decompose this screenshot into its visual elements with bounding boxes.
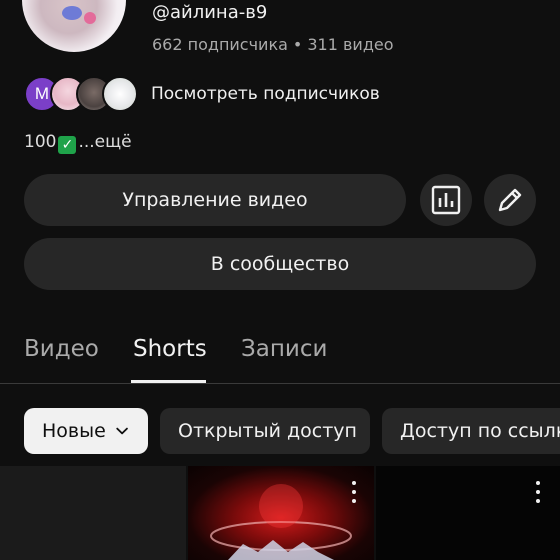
manage-videos-label: Управление видео bbox=[122, 189, 308, 211]
subscriber-avatar bbox=[102, 76, 138, 112]
avatar-detail bbox=[84, 12, 96, 24]
analytics-icon bbox=[431, 185, 461, 215]
analytics-button[interactable] bbox=[420, 174, 472, 226]
tab-posts[interactable]: Записи bbox=[241, 336, 327, 362]
tab-shorts[interactable]: Shorts bbox=[133, 336, 207, 362]
community-button[interactable]: В сообщество bbox=[24, 238, 536, 290]
subscriber-count: 662 подписчика bbox=[152, 35, 288, 54]
channel-avatar[interactable] bbox=[22, 0, 126, 52]
filter-chip-unlisted[interactable]: Доступ по ссылке bbox=[382, 408, 560, 454]
subscriber-avatars[interactable]: M bbox=[24, 76, 142, 112]
view-subscribers-link[interactable]: Посмотреть подписчиков bbox=[151, 84, 380, 104]
pencil-icon bbox=[498, 188, 522, 212]
description-text: 100 bbox=[24, 132, 57, 152]
community-label: В сообщество bbox=[210, 253, 350, 275]
chip-label: Открытый доступ bbox=[178, 420, 357, 442]
sort-label: Новые bbox=[42, 420, 106, 442]
edit-channel-button[interactable] bbox=[484, 174, 536, 226]
chip-label: Доступ по ссылке bbox=[400, 420, 560, 442]
video-count: 311 видео bbox=[307, 35, 394, 54]
thumbnail-art bbox=[210, 484, 352, 560]
channel-handle: @айлина-в9 bbox=[152, 2, 268, 23]
short-thumbnail[interactable] bbox=[0, 466, 186, 560]
channel-stats: 662 подписчика • 311 видео bbox=[152, 35, 394, 54]
filter-chip-public[interactable]: Открытый доступ bbox=[160, 408, 370, 454]
check-mark-icon: ✓ bbox=[58, 136, 77, 154]
tabs-divider bbox=[0, 383, 560, 384]
channel-description[interactable]: 100 ✓ ...ещё bbox=[24, 132, 132, 154]
sort-dropdown[interactable]: Новые bbox=[24, 408, 148, 454]
chevron-down-icon bbox=[116, 427, 128, 435]
stats-separator: • bbox=[292, 35, 303, 54]
avatar-detail bbox=[62, 6, 82, 20]
more-link[interactable]: ...ещё bbox=[78, 132, 131, 152]
manage-videos-button[interactable]: Управление видео bbox=[24, 174, 406, 226]
more-options-icon[interactable] bbox=[349, 481, 359, 503]
more-options-icon[interactable] bbox=[533, 481, 543, 503]
short-thumbnail[interactable] bbox=[188, 466, 374, 560]
tab-videos[interactable]: Видео bbox=[24, 336, 99, 362]
